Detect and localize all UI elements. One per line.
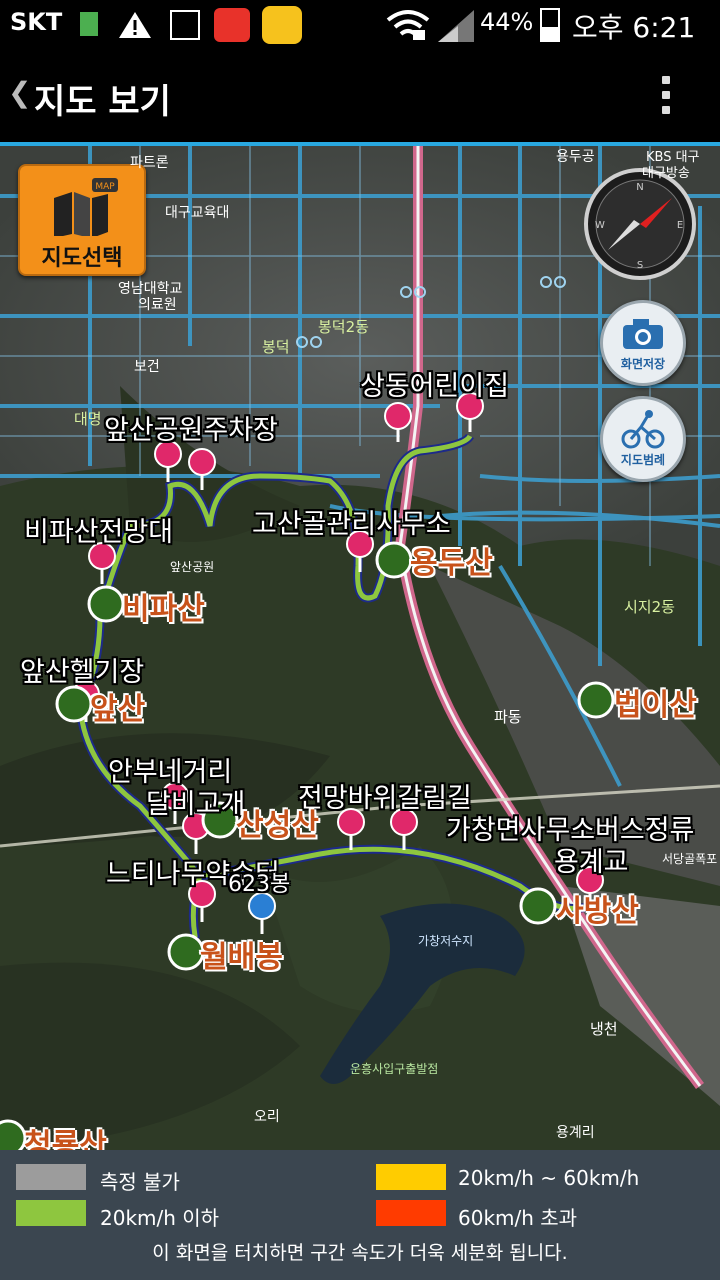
place-label: 봉덕2동 xyxy=(318,318,369,336)
map-select-button[interactable]: MAP 지도선택 xyxy=(18,164,146,276)
game-icon xyxy=(262,6,302,44)
battery-icon xyxy=(540,8,560,42)
sim-icon xyxy=(80,12,98,36)
wifi-lock-icon xyxy=(385,8,431,46)
place-label: 의료원 xyxy=(138,297,177,313)
waypoint-label: 623봉 xyxy=(228,872,291,897)
waypoint-label: 비파산전망대 xyxy=(24,517,174,548)
status-bar: SKT 44% 오후 6:21 xyxy=(0,0,720,50)
screenshot-save-button[interactable]: 화면저장 xyxy=(600,300,686,386)
legend-label: 60km/h 초과 xyxy=(458,1206,578,1230)
svg-text:W: W xyxy=(595,220,605,231)
page-title[interactable]: 지도 보기 xyxy=(34,74,171,123)
peak-label: 청룡산 xyxy=(24,1128,107,1150)
map-badge: MAP xyxy=(95,182,115,192)
waypoint-label: 상동어린이집 xyxy=(360,371,510,402)
peak-label: 법이산 xyxy=(614,688,697,723)
legend-swatch-slow xyxy=(16,1200,86,1226)
legend-label: 측정 불가 xyxy=(100,1170,180,1194)
svg-text:N: N xyxy=(636,182,643,193)
overflow-menu-icon[interactable] xyxy=(662,76,672,118)
svg-text:E: E xyxy=(677,220,683,231)
battery-percent: 44% xyxy=(480,8,534,36)
waypoint-label: 용계교 xyxy=(554,847,629,878)
back-chevron-icon[interactable]: ❮ xyxy=(8,76,31,109)
peak-label: 앞산 xyxy=(90,692,146,727)
waypoint-label: 앞산공원주차장 xyxy=(104,415,278,446)
waypoint-label: 달비고개 xyxy=(146,789,246,820)
place-label: 시지2동 xyxy=(624,598,675,616)
place-label: 오리 xyxy=(254,1109,280,1125)
place-label: 대구방송 xyxy=(642,166,690,181)
waypoint-label: 고산골관리사무소 xyxy=(252,509,451,540)
satellite-map xyxy=(0,146,720,1150)
place-label: 냉천 xyxy=(590,1020,618,1038)
legend-notice: 이 화면을 터치하면 구간 속도가 더욱 세분화 됩니다. xyxy=(152,1242,568,1264)
place-label: 대명 xyxy=(74,410,102,428)
carrier-label: SKT xyxy=(10,8,63,36)
place-label: 서당골폭포 xyxy=(662,852,718,866)
map-legend-label: 지도범례 xyxy=(620,453,666,467)
warning-icon xyxy=(118,10,152,44)
screenshot-save-label: 화면저장 xyxy=(620,357,666,371)
gallery-icon xyxy=(170,10,200,40)
clock: 오후 6:21 xyxy=(572,11,696,44)
peak-label: 비파산 xyxy=(122,592,205,627)
peak-label: 사방산 xyxy=(556,894,639,929)
legend-label: 20km/h 이하 xyxy=(100,1206,220,1230)
place-label: 파동 xyxy=(494,708,522,726)
peak-label: 용두산 xyxy=(410,546,493,581)
place-label: 앞산공원 xyxy=(170,560,215,574)
camera-icon xyxy=(623,319,663,349)
legend-label: 20km/h ~ 60km/h xyxy=(458,1166,640,1190)
legend-swatch-fast xyxy=(376,1200,446,1226)
map-legend-button[interactable]: 지도범례 xyxy=(600,396,686,482)
app-bar: ❮ 지도 보기 xyxy=(0,50,720,146)
place-label: 봉덕 xyxy=(262,338,290,356)
place-label: 보건 xyxy=(134,359,160,375)
place-label: 용계리 xyxy=(556,1125,595,1141)
speed-legend[interactable]: 측정 불가 20km/h ~ 60km/h 20km/h 이하 60km/h 초… xyxy=(0,1150,720,1280)
place-label: 파트론 xyxy=(130,155,169,171)
place-label: 용두공 xyxy=(556,149,595,165)
legend-swatch-medium xyxy=(376,1164,446,1190)
map-select-label: 지도선택 xyxy=(41,246,123,271)
signal-icon xyxy=(436,8,476,48)
compass-icon[interactable]: N S W E xyxy=(584,168,696,280)
map-book-icon: MAP xyxy=(54,178,118,236)
bicycle-rider-icon xyxy=(621,410,665,449)
place-label: 대구교육대 xyxy=(165,205,230,221)
peak-label: 산성산 xyxy=(236,808,319,843)
legend-swatch-unmeasurable xyxy=(16,1164,86,1190)
map-view[interactable]: MAP 지도선택 N S W E 화면저장 지도범례 파트론 대구교육대 영남대… xyxy=(0,146,720,1150)
place-label: 가창저수지 xyxy=(418,934,474,948)
place-label: 운흥사입구출발점 xyxy=(350,1062,439,1076)
app-icon xyxy=(214,8,250,42)
peak-label: 월배봉 xyxy=(200,940,283,975)
svg-text:S: S xyxy=(637,260,643,271)
